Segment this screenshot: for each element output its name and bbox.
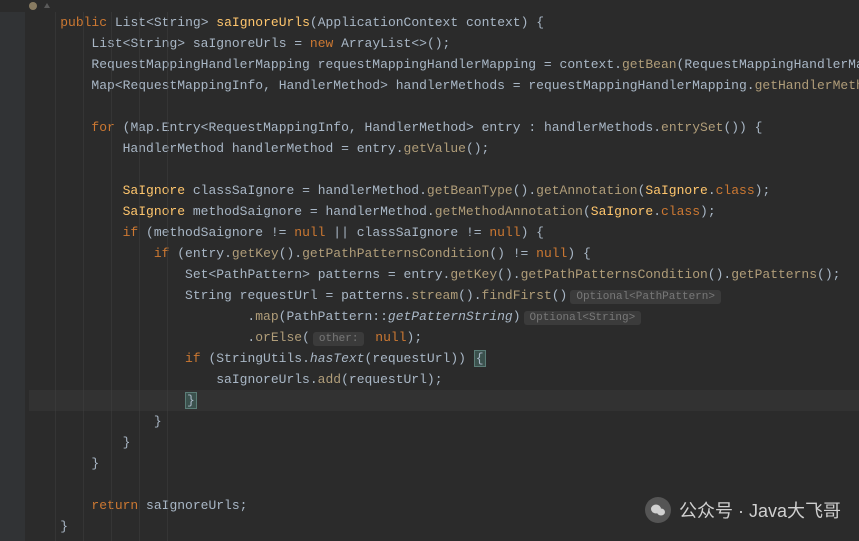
code-area[interactable]: public List<String> saIgnoreUrls(Applica… (25, 12, 859, 541)
code-line[interactable]: RequestMappingHandlerMapping requestMapp… (29, 54, 859, 75)
code-line[interactable]: String requestUrl = patterns.stream().fi… (29, 285, 859, 306)
code-line[interactable]: List<String> saIgnoreUrls = new ArrayLis… (29, 33, 859, 54)
code-line[interactable]: .map(PathPattern::getPatternString)Optio… (29, 306, 859, 327)
code-line[interactable]: Map<RequestMappingInfo, HandlerMethod> h… (29, 75, 859, 96)
code-line[interactable]: saIgnoreUrls.add(requestUrl); (29, 369, 859, 390)
code-line[interactable]: SaIgnore methodSaignore = handlerMethod.… (29, 201, 859, 222)
matched-brace: } (185, 392, 197, 409)
code-line[interactable]: } (29, 432, 859, 453)
code-line[interactable] (29, 96, 859, 117)
code-line[interactable]: .orElse(other: null); (29, 327, 859, 348)
icon-toolbar (0, 0, 859, 12)
watermark: 公众号 · Java大飞哥 (645, 497, 841, 523)
code-editor[interactable]: public List<String> saIgnoreUrls(Applica… (0, 12, 859, 541)
up-arrow-icon (42, 1, 52, 11)
param-hint: other: (313, 332, 365, 346)
code-line[interactable]: SaIgnore classSaIgnore = handlerMethod.g… (29, 180, 859, 201)
code-line[interactable]: if (methodSaignore != null || classSaIgn… (29, 222, 859, 243)
code-line[interactable]: if (entry.getKey().getPathPatternsCondit… (29, 243, 859, 264)
code-line[interactable]: public List<String> saIgnoreUrls(Applica… (29, 12, 859, 33)
code-line[interactable] (29, 159, 859, 180)
type-hint: Optional<PathPattern> (570, 290, 721, 304)
method-icon (28, 1, 38, 11)
code-line[interactable]: Set<PathPattern> patterns = entry.getKey… (29, 264, 859, 285)
code-line[interactable]: for (Map.Entry<RequestMappingInfo, Handl… (29, 117, 859, 138)
wechat-icon (645, 497, 671, 523)
matched-brace: { (474, 350, 486, 367)
code-line[interactable]: HandlerMethod handlerMethod = entry.getV… (29, 138, 859, 159)
watermark-text: 公众号 · Java大飞哥 (679, 497, 841, 523)
code-line[interactable]: } (29, 411, 859, 432)
gutter (0, 12, 25, 541)
code-line[interactable] (29, 474, 859, 495)
type-hint: Optional<String> (524, 311, 642, 325)
code-line[interactable]: } (29, 453, 859, 474)
code-line-active[interactable]: } (29, 390, 859, 411)
code-line[interactable]: if (StringUtils.hasText(requestUrl)) { (29, 348, 859, 369)
